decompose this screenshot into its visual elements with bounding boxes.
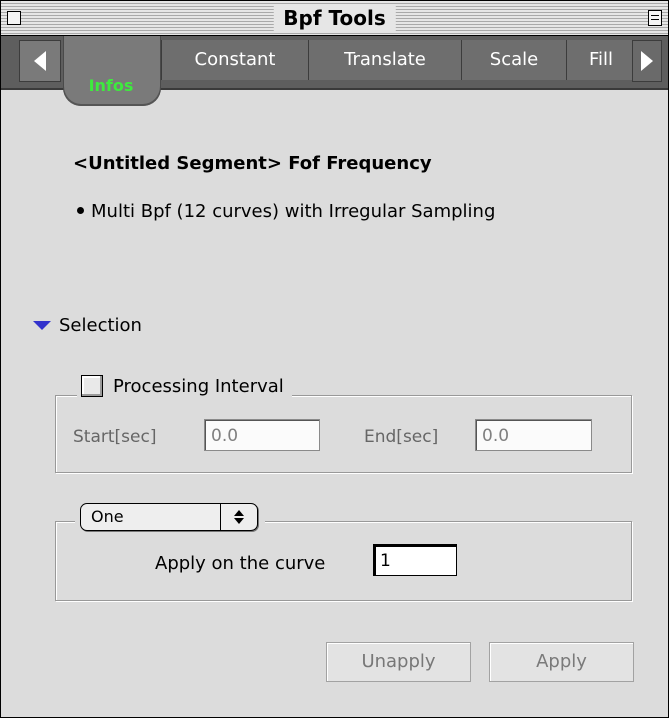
tab-label: Scale [489,49,539,70]
unapply-button[interactable]: Unapply [326,642,471,682]
disclosure-triangle-icon[interactable] [33,321,51,330]
segment-title: <Untitled Segment> Fof Frequency [73,153,432,174]
tab-label: Translate [344,49,426,70]
processing-interval-checkbox[interactable] [81,375,103,397]
curve-mode-group [55,521,632,601]
collapse-box-button[interactable] [648,10,662,26]
window-title: Bpf Tools [273,5,396,31]
description-text: Multi Bpf (12 curves) with Irregular Sam… [91,201,496,222]
tab-label: Fill [588,49,614,70]
tab-translate[interactable]: Translate [308,40,462,80]
tab-label: Infos [88,76,134,95]
title-bar[interactable]: Bpf Tools [1,1,668,36]
bpf-tools-window: Bpf Tools Constant Translate Scale Fill … [0,0,669,718]
start-sec-field[interactable]: 0.0 [204,419,320,451]
tab-scale[interactable]: Scale [461,40,567,80]
selection-label: Selection [59,315,142,336]
processing-interval-header: Processing Interval [77,375,292,397]
curve-number-field[interactable]: 1 [373,544,457,576]
start-label: Start[sec] [73,427,157,447]
tab-fill[interactable]: Fill [566,40,636,80]
arrow-left-icon [34,51,46,71]
arrow-right-icon [641,51,653,71]
tab-label: Constant [194,49,276,70]
curve-mode-select[interactable]: One [80,503,258,531]
curve-mode-value: One [91,507,124,526]
end-label: End[sec] [364,427,439,447]
close-box-button[interactable] [7,11,21,25]
active-tab-shape [63,36,161,106]
apply-on-curve-label: Apply on the curve [155,553,326,574]
tab-scroll-right-button[interactable] [632,40,662,82]
selection-disclosure[interactable]: Selection [33,315,142,336]
processing-interval-label: Processing Interval [113,375,284,397]
tab-scroll-left-button[interactable] [19,40,61,82]
tab-constant[interactable]: Constant [161,40,309,80]
segment-description: Multi Bpf (12 curves) with Irregular Sam… [77,201,495,222]
up-down-arrows-icon [220,504,257,530]
apply-button[interactable]: Apply [489,642,634,682]
bullet-icon [77,206,84,214]
tab-infos[interactable]: Infos [63,36,161,134]
end-sec-field[interactable]: 0.0 [475,419,592,451]
